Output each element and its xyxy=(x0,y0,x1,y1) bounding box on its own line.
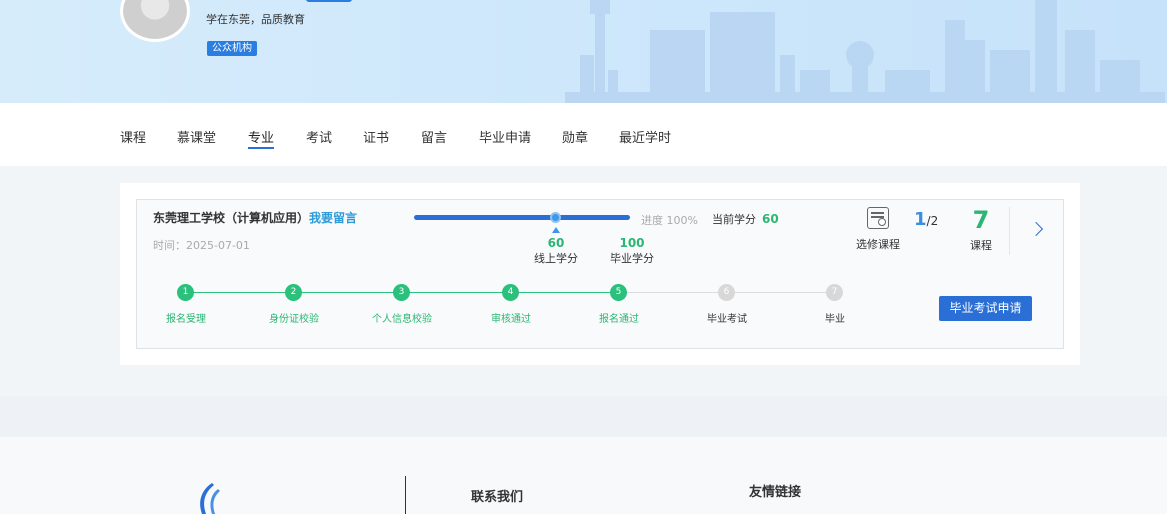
step-2-circle: 2 xyxy=(285,284,302,301)
tab-recent-hours[interactable]: 最近学时 xyxy=(619,127,671,146)
date-label: 时间： xyxy=(153,239,186,252)
tab-major[interactable]: 专业 xyxy=(248,127,275,149)
tab-medals[interactable]: 勋章 xyxy=(562,127,588,146)
online-credit: 60 线上学分 xyxy=(533,236,579,267)
footer-contact-us[interactable]: 联系我们 xyxy=(471,486,523,505)
org-slogan: 学在东莞，品质教育 xyxy=(206,13,305,26)
program-date: 时间：2025-07-01 xyxy=(153,237,250,253)
elective-den: /2 xyxy=(926,214,939,228)
certificate-icon xyxy=(867,207,889,229)
page: 学在东莞，品质教育 公众机构 课程 慕课堂 专业 考试 证书 留言 毕业申请 勋… xyxy=(0,0,1167,514)
tab-message[interactable]: 留言 xyxy=(421,127,447,146)
online-credit-value: 60 xyxy=(547,236,565,250)
elective-courses[interactable]: 选修课程 xyxy=(855,207,901,252)
current-credit-label: 当前学分 xyxy=(712,213,756,226)
tab-exam[interactable]: 考试 xyxy=(306,127,332,146)
graduation-exam-apply-button[interactable]: 毕业考试申请 xyxy=(939,296,1032,321)
elective-ratio: 1/2 xyxy=(914,209,938,230)
current-credit-value: 60 xyxy=(762,212,779,226)
step-3-circle: 3 xyxy=(393,284,410,301)
tab-courses[interactable]: 课程 xyxy=(120,127,146,146)
footer-divider xyxy=(405,476,406,514)
step-2-label: 身份证校验 xyxy=(269,314,319,325)
footer xyxy=(0,437,1167,514)
progress-pointer-icon xyxy=(552,227,560,233)
course-count[interactable]: 7 课程 xyxy=(966,206,996,253)
current-credit: 当前学分 60 xyxy=(712,211,779,227)
name-tag xyxy=(306,0,352,2)
city-skyline-illustration xyxy=(565,0,1165,103)
footer-friend-links[interactable]: 友情链接 xyxy=(749,481,801,500)
step-1-circle: 1 xyxy=(177,284,194,301)
course-count-value: 7 xyxy=(972,206,990,234)
progress-knob xyxy=(550,212,561,223)
content-band xyxy=(0,396,1167,437)
user-avatar[interactable] xyxy=(120,0,190,42)
tab-mooc[interactable]: 慕课堂 xyxy=(177,127,216,146)
step-6-circle: 6 xyxy=(718,284,735,301)
site-logo xyxy=(200,483,220,514)
tab-certificate[interactable]: 证书 xyxy=(363,127,389,146)
graduation-credit-label: 毕业学分 xyxy=(610,252,654,265)
step-7-label: 毕业 xyxy=(825,314,845,325)
progress-bar xyxy=(414,215,630,220)
main-nav: 课程 慕课堂 专业 考试 证书 留言 毕业申请 勋章 最近学时 xyxy=(0,103,1167,166)
online-credit-label: 线上学分 xyxy=(534,252,578,265)
elective-label: 选修课程 xyxy=(856,238,900,251)
leave-message-link[interactable]: 我要留言 xyxy=(309,209,357,226)
org-type-badge: 公众机构 xyxy=(207,41,257,56)
elective-num: 1 xyxy=(914,209,927,230)
divider xyxy=(1009,207,1010,255)
step-5-circle: 5 xyxy=(610,284,627,301)
step-4-circle: 4 xyxy=(502,284,519,301)
step-7-circle: 7 xyxy=(826,284,843,301)
step-5-label: 报名通过 xyxy=(599,314,639,325)
tab-graduation-apply[interactable]: 毕业申请 xyxy=(479,127,531,146)
step-1-label: 报名受理 xyxy=(166,314,206,325)
step-3-label: 个人信息校验 xyxy=(372,314,432,325)
step-4-label: 审核通过 xyxy=(491,314,531,325)
graduation-credit: 100 毕业学分 xyxy=(609,236,655,267)
date-value: 2025-07-01 xyxy=(186,239,250,252)
progress-text: 进度 100% xyxy=(641,214,698,227)
step-6-label: 毕业考试 xyxy=(707,314,747,325)
program-title: 东莞理工学校（计算机应用） xyxy=(153,211,310,225)
profile-banner: 学在东莞，品质教育 公众机构 xyxy=(0,0,1167,103)
graduation-credit-value: 100 xyxy=(619,236,645,250)
course-count-label: 课程 xyxy=(970,239,992,252)
